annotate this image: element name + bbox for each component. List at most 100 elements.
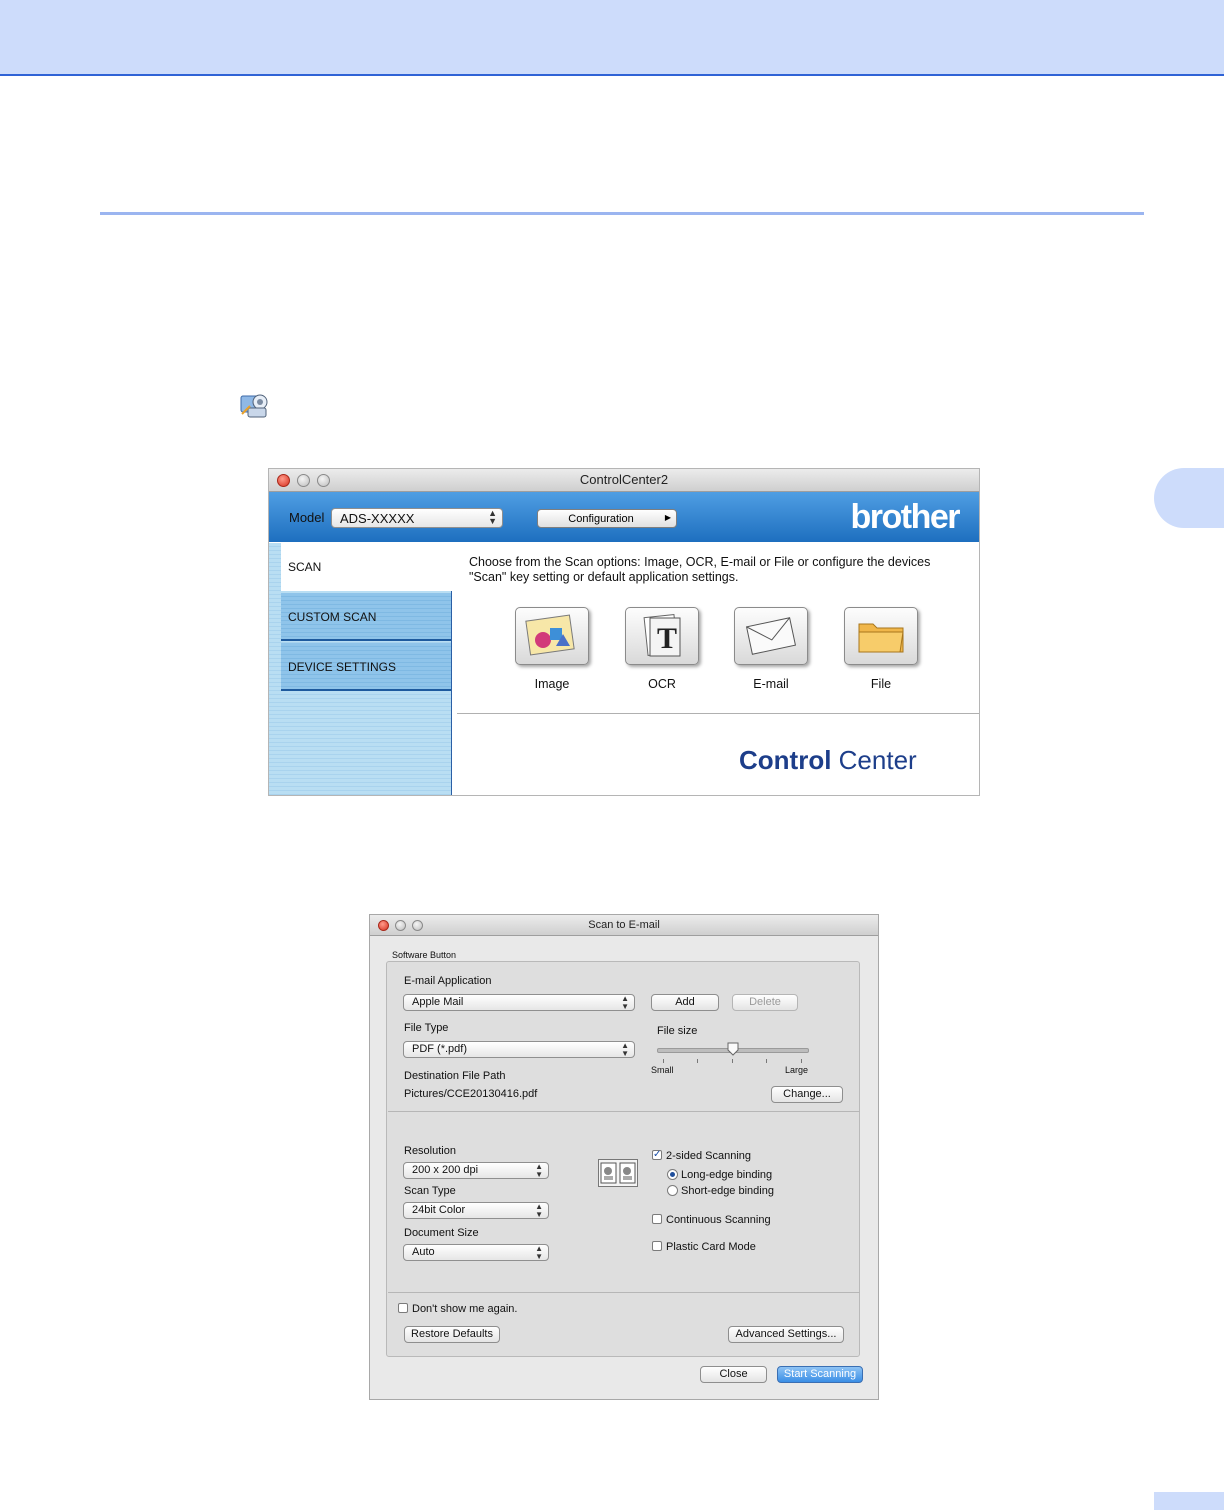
long-edge-label: Long-edge binding [681,1169,773,1181]
short-edge-label: Short-edge binding [681,1185,774,1197]
dialog-titlebar[interactable]: Scan to E-mail [370,915,878,936]
email-button[interactable] [734,607,808,665]
file-type-select[interactable]: PDF (*.pdf) ▲ ▼ [403,1041,635,1058]
tab-label: CUSTOM SCAN [288,610,377,624]
window-titlebar[interactable]: ControlCenter2 [269,469,979,492]
logo-part: Center [838,745,917,775]
ocr-button[interactable]: T [625,607,699,665]
resolution-select[interactable]: 200 x 200 dpi ▲ ▼ [403,1162,549,1179]
description-line: "Scan" key setting or default applicatio… [469,570,739,584]
slider-tick [732,1059,733,1063]
email-application-select[interactable]: Apple Mail ▲ ▼ [403,994,635,1011]
option-label: OCR [648,677,676,691]
scan-type-label: Scan Type [404,1185,456,1197]
destination-label: Destination File Path [404,1070,506,1082]
plastic-card-checkbox[interactable] [652,1241,662,1251]
envelope-icon [745,617,797,655]
tab-scan[interactable]: SCAN [281,543,453,591]
scan-type-select[interactable]: 24bit Color ▲ ▼ [403,1202,549,1219]
controlcenter-logo: Control Center [739,745,917,776]
delete-button[interactable]: Delete [732,994,798,1011]
file-size-label: File size [657,1025,698,1037]
dont-show-label: Don't show me again. [412,1303,518,1315]
folder-icon [858,623,904,653]
scan-email-option[interactable]: E-mail [733,607,809,691]
tab-custom-scan[interactable]: CUSTOM SCAN [281,593,451,641]
tab-label: DEVICE SETTINGS [288,660,397,674]
two-sided-checkbox[interactable]: ✓ [652,1150,662,1160]
window-title: ControlCenter2 [579,472,669,487]
file-button[interactable] [844,607,918,665]
option-label: Image [534,677,570,691]
dialog-title: Scan to E-mail [588,919,660,931]
ocr-icon: T [643,613,681,657]
triangle-right-icon: ▶ [664,513,671,522]
file-size-small-label: Small [651,1065,674,1075]
option-label: E-mail [753,677,789,691]
select-arrows-icon: ▲ ▼ [621,994,629,1011]
image-button[interactable] [515,607,589,665]
controlcenter-sidebar: SCAN CUSTOM SCAN DEVICE SETTINGS [269,543,453,795]
svg-text:T: T [657,622,677,655]
document-size-value: Auto [412,1246,435,1258]
slider-tick [801,1059,802,1063]
group-label: Software Button [392,950,457,960]
change-button[interactable]: Change... [771,1086,843,1103]
file-type-value: PDF (*.pdf) [412,1043,468,1055]
controlcenter-app-icon[interactable] [238,390,272,420]
controlcenter-header: Model ADS-XXXXX ▲ ▼ Configuration ▶ broth… [269,492,979,542]
select-arrows-icon: ▲ ▼ [488,508,497,526]
content-divider [457,713,979,714]
select-arrows-icon: ▲ ▼ [621,1041,629,1058]
two-sided-label: 2-sided Scanning [666,1150,752,1162]
section-divider [388,1292,860,1293]
model-value: ADS-XXXXX [340,511,415,526]
document-size-label: Document Size [404,1227,479,1239]
scan-ocr-option[interactable]: T OCR [624,607,700,691]
model-label: Model [289,510,325,525]
document-size-select[interactable]: Auto ▲ ▼ [403,1244,549,1261]
page-number-tab [1154,1492,1224,1510]
start-scanning-button[interactable]: Start Scanning [777,1366,863,1383]
scan-file-option[interactable]: File [843,607,919,691]
scan-type-value: 24bit Color [412,1204,466,1216]
email-application-label: E-mail Application [404,975,492,987]
duplex-pages-icon [598,1159,638,1187]
add-button[interactable]: Add [651,994,719,1011]
slider-tick [766,1059,767,1063]
image-icon [525,614,575,656]
resolution-label: Resolution [404,1145,456,1157]
dont-show-checkbox[interactable] [398,1303,408,1313]
email-application-value: Apple Mail [412,996,464,1008]
resolution-value: 200 x 200 dpi [412,1164,479,1176]
page-header-band [0,0,1224,76]
continuous-scanning-checkbox[interactable] [652,1214,662,1224]
slider-tick [663,1059,664,1063]
tab-device-settings[interactable]: DEVICE SETTINGS [281,643,451,691]
file-type-label: File Type [404,1022,449,1034]
brother-logo: brother [850,498,961,536]
scan-to-email-dialog: Scan to E-mail Software Button E-mail Ap… [369,914,879,1400]
configuration-label: Configuration [568,513,634,525]
select-arrows-icon: ▲ ▼ [535,1162,543,1179]
advanced-settings-button[interactable]: Advanced Settings... [728,1326,844,1343]
description-line: Choose from the Scan options: Image, OCR… [469,555,931,569]
destination-value: Pictures/CCE20130416.pdf [404,1088,538,1100]
configuration-button[interactable]: Configuration ▶ [537,509,677,528]
slider-thumb[interactable] [727,1042,739,1056]
section-divider [388,1111,860,1112]
section-rule [100,212,1144,215]
file-size-large-label: Large [785,1065,809,1075]
short-edge-radio[interactable] [667,1185,678,1196]
logo-part: Control [739,745,832,775]
tab-label: SCAN [288,560,322,574]
controlcenter-window: ControlCenter2 Model ADS-XXXXX ▲ ▼ Config… [268,468,980,796]
scan-description: Choose from the Scan options: Image, OCR… [469,555,949,585]
long-edge-radio[interactable] [667,1169,678,1180]
model-select[interactable]: ADS-XXXXX ▲ ▼ [331,508,503,528]
select-arrows-icon: ▲ ▼ [535,1202,543,1219]
continuous-scanning-label: Continuous Scanning [666,1214,771,1226]
restore-defaults-button[interactable]: Restore Defaults [404,1326,500,1343]
close-button[interactable]: Close [700,1366,767,1383]
scan-image-option[interactable]: Image [514,607,590,691]
